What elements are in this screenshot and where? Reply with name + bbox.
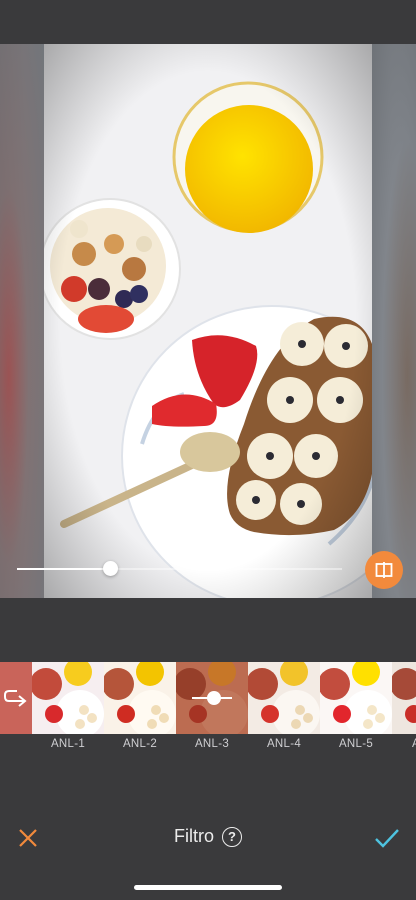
confirm-button[interactable] xyxy=(372,824,402,852)
filter-thumb-anl-6[interactable] xyxy=(392,662,416,734)
filter-labels: ANL-1 ANL-2 ANL-3 ANL-4 ANL-5 A xyxy=(0,738,416,754)
intensity-slider-filled[interactable] xyxy=(17,568,110,570)
filter-label: ANL-5 xyxy=(338,738,374,750)
filter-label: ANL-1 xyxy=(50,738,86,750)
filter-preview xyxy=(32,662,104,734)
filter-thumb-anl-4[interactable] xyxy=(248,662,320,734)
filter-thumb-anl-2[interactable] xyxy=(104,662,176,734)
filter-thumb-anl-5[interactable] xyxy=(320,662,392,734)
filter-preview-selected xyxy=(176,662,248,734)
filter-back-button[interactable] xyxy=(0,662,32,734)
blurred-background-right xyxy=(372,44,416,598)
intensity-slider-thumb[interactable] xyxy=(103,561,118,576)
filter-label: ANL-4 xyxy=(266,738,302,750)
filter-thumb-anl-3[interactable] xyxy=(176,662,248,734)
compare-button[interactable] xyxy=(365,551,403,589)
tool-title-bar: Filtro? xyxy=(0,826,416,847)
back-arrow-icon xyxy=(4,690,27,707)
filter-strip[interactable] xyxy=(0,662,416,734)
edited-photo xyxy=(44,44,372,598)
filter-label: ANL-2 xyxy=(122,738,158,750)
filter-preview xyxy=(104,662,176,734)
filter-preview xyxy=(392,662,416,734)
checkmark-icon xyxy=(375,829,399,848)
filter-label: A xyxy=(392,738,416,750)
tool-title: Filtro xyxy=(174,826,214,846)
top-bar xyxy=(0,0,416,44)
intensity-slider-track[interactable] xyxy=(110,568,342,570)
photo-canvas[interactable] xyxy=(0,44,416,598)
compare-icon xyxy=(375,562,393,578)
home-indicator[interactable] xyxy=(134,885,282,890)
filter-label-selected: ANL-3 xyxy=(194,738,230,750)
blurred-background-left xyxy=(0,44,44,598)
filter-thumb-anl-1[interactable] xyxy=(32,662,104,734)
help-icon[interactable]: ? xyxy=(222,826,242,847)
filter-preview xyxy=(320,662,392,734)
filter-preview xyxy=(248,662,320,734)
